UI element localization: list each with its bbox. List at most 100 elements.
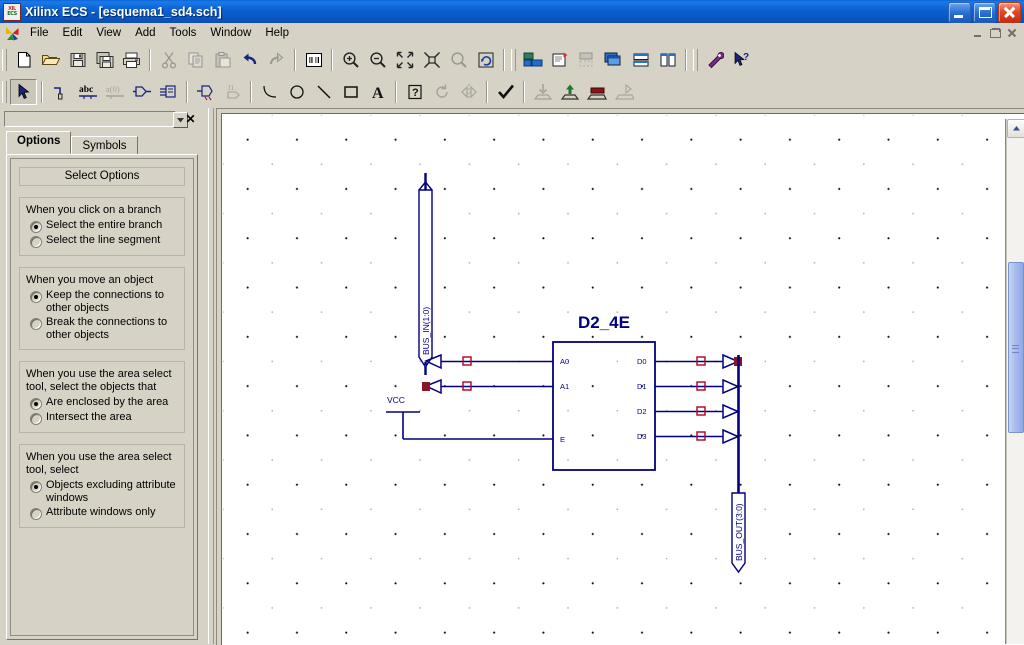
scroll-up-button[interactable] (1007, 119, 1024, 138)
add-text-icon[interactable]: A (364, 79, 391, 105)
zoom-out-icon[interactable] (364, 47, 391, 73)
radio-keep-connections[interactable]: Keep the connections to other objects (26, 289, 178, 315)
pop-out-symbol-icon[interactable] (556, 79, 583, 105)
radio-indicator[interactable] (30, 318, 42, 330)
hierarchy-push-icon[interactable] (519, 47, 546, 73)
vertical-scrollbar[interactable] (1006, 119, 1024, 644)
help-question-icon[interactable]: ? (401, 79, 428, 105)
add-instance-name-icon[interactable]: I1 (219, 79, 246, 105)
radio-indicator[interactable] (30, 481, 42, 493)
refresh-icon[interactable] (472, 47, 499, 73)
tab-symbols[interactable]: Symbols (71, 136, 138, 156)
cascade-windows-icon[interactable] (600, 47, 627, 73)
radio-intersect-area[interactable]: Intersect the area (26, 411, 178, 425)
radio-break-connections[interactable]: Break the connections to other objects (26, 316, 178, 342)
scroll-thumb[interactable] (1008, 262, 1024, 433)
svg-text:?: ? (743, 52, 749, 63)
paste-icon[interactable] (209, 47, 236, 73)
menu-edit[interactable]: Edit (56, 25, 90, 42)
push-into-symbol-icon[interactable] (529, 79, 556, 105)
tab-options[interactable]: Options (6, 131, 72, 154)
open-icon[interactable] (37, 47, 64, 73)
draw-arc-icon[interactable] (256, 79, 283, 105)
menu-view[interactable]: View (89, 25, 128, 42)
panel-close-button[interactable]: ✕ (183, 111, 198, 126)
check-schematic-icon[interactable] (492, 79, 519, 105)
redo-icon[interactable] (263, 47, 290, 73)
restore-button[interactable] (973, 2, 996, 23)
export-symbol-icon[interactable] (610, 79, 637, 105)
menu-bar: File Edit View Add Tools Window Help (0, 23, 1024, 45)
copy-icon[interactable] (182, 47, 209, 73)
toolbar-grip[interactable] (2, 49, 7, 71)
find-icon[interactable] (300, 47, 327, 73)
panel-splitter[interactable] (206, 108, 216, 644)
tile-vertical-icon[interactable] (654, 47, 681, 73)
radio-attribute-windows-only[interactable]: Attribute windows only (26, 506, 178, 520)
splitter-bar[interactable] (208, 108, 214, 644)
radio-indicator[interactable] (30, 236, 42, 248)
pin-label-a1: A1 (560, 382, 569, 391)
menu-help[interactable]: Help (258, 25, 296, 42)
panel-inner: Select Options When you click on a branc… (10, 158, 194, 636)
mirror-icon[interactable] (455, 79, 482, 105)
menu-tools[interactable]: Tools (163, 25, 204, 42)
zoom-in-icon[interactable] (337, 47, 364, 73)
mdi-restore-button[interactable] (987, 26, 1003, 40)
xilinx-logo-icon (4, 25, 21, 42)
radio-indicator[interactable] (30, 398, 42, 410)
sheet-properties-icon[interactable] (573, 47, 600, 73)
save-icon[interactable] (64, 47, 91, 73)
toolbar-grip[interactable] (511, 49, 516, 71)
new-icon[interactable] (10, 47, 37, 73)
add-bus-name-icon[interactable]: a(0) (101, 79, 128, 105)
radio-label: Select the line segment (46, 234, 161, 246)
draw-line-icon[interactable] (310, 79, 337, 105)
mdi-minimize-button[interactable] (970, 26, 986, 40)
tile-horizontal-icon[interactable] (627, 47, 654, 73)
print-icon[interactable] (118, 47, 145, 73)
radio-indicator[interactable] (30, 221, 42, 233)
panel-body: Select Options When you click on a branc… (6, 154, 198, 640)
radio-enclosed-by-area[interactable]: Are enclosed by the area (26, 396, 178, 410)
menu-file[interactable]: File (23, 25, 56, 42)
draw-circle-icon[interactable] (283, 79, 310, 105)
toolbar-separator (395, 81, 397, 103)
zoom-area-icon[interactable] (445, 47, 472, 73)
radio-select-entire-branch[interactable]: Select the entire branch (26, 219, 178, 233)
rotate-icon[interactable] (428, 79, 455, 105)
context-help-icon[interactable]: ? (728, 47, 755, 73)
cut-icon[interactable] (155, 47, 182, 73)
minimize-button[interactable] (948, 2, 971, 23)
save-all-icon[interactable] (91, 47, 118, 73)
radio-indicator[interactable] (30, 413, 42, 425)
mdi-close-button[interactable] (1004, 26, 1020, 40)
close-button[interactable] (998, 2, 1021, 23)
zoom-selection-icon[interactable] (418, 47, 445, 73)
radio-indicator[interactable] (30, 291, 42, 303)
radio-indicator[interactable] (30, 508, 42, 520)
radio-objects-excluding-attribute-windows[interactable]: Objects excluding attribute windows (26, 479, 178, 505)
pin-label-a0: A0 (560, 357, 569, 366)
radio-select-line-segment[interactable]: Select the line segment (26, 234, 178, 248)
toolbar-grip[interactable] (693, 49, 698, 71)
schematic-canvas[interactable]: VCC D2_4E A0 A1 E D0 D1 D2 D3 BUS_IN(1:0… (223, 115, 993, 645)
menu-add[interactable]: Add (128, 25, 162, 42)
zoom-fit-icon[interactable] (391, 47, 418, 73)
add-symbol-icon[interactable] (155, 79, 182, 105)
draw-rectangle-icon[interactable] (337, 79, 364, 105)
create-symbol-icon[interactable] (583, 79, 610, 105)
select-tool-icon[interactable] (10, 79, 37, 105)
selected-tap-marker (422, 382, 430, 391)
add-wire-icon[interactable] (47, 79, 74, 105)
add-io-marker-icon[interactable] (128, 79, 155, 105)
add-net-name-icon[interactable]: abc (74, 79, 101, 105)
edit-attributes-icon[interactable] (192, 79, 219, 105)
undo-icon[interactable] (236, 47, 263, 73)
new-sheet-icon[interactable] (546, 47, 573, 73)
option-group-move-label: When you move an object (26, 274, 154, 286)
toolbar-grip[interactable] (2, 81, 7, 103)
panel-dropdown[interactable] (4, 111, 188, 128)
menu-window[interactable]: Window (203, 25, 258, 42)
options-tool-icon[interactable] (701, 47, 728, 73)
